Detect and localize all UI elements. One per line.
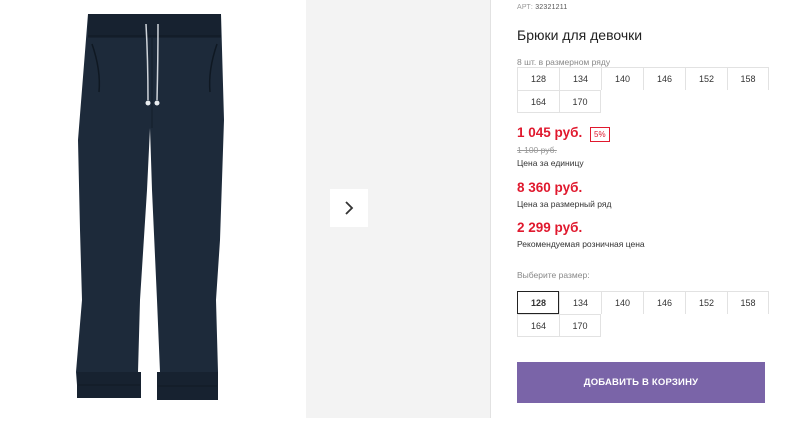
chevron-right-icon (345, 201, 354, 215)
next-image-button[interactable] (330, 189, 368, 227)
size-row-cell: 158 (727, 67, 769, 90)
retail-price-caption: Рекомендуемая розничная цена (517, 239, 645, 249)
product-title: Брюки для девочки (517, 27, 643, 43)
size-option-164[interactable]: 164 (517, 314, 559, 337)
unit-price-caption: Цена за единицу (517, 158, 584, 168)
choose-size-label: Выберите размер: (517, 270, 590, 280)
pants-illustration (76, 14, 224, 400)
size-option-140[interactable]: 140 (601, 291, 643, 314)
size-row-cell: 170 (559, 90, 601, 113)
product-photo (0, 0, 306, 418)
size-option-158[interactable]: 158 (727, 291, 769, 314)
size-option-134[interactable]: 134 (559, 291, 601, 314)
size-selector: 128 134 140 146 152 158 164 170 (517, 291, 769, 337)
size-option-152[interactable]: 152 (685, 291, 727, 314)
size-row-cell: 152 (685, 67, 727, 90)
add-to-cart-button[interactable]: ДОБАВИТЬ В КОРЗИНУ (517, 362, 765, 403)
size-row-cell: 164 (517, 90, 559, 113)
panel-divider (490, 0, 491, 418)
size-row-grid: 128 134 140 146 152 158 164 170 (517, 67, 769, 113)
article-value: 32321211 (535, 4, 568, 11)
size-row-hint: 8 шт. в размерном ряду (517, 57, 611, 67)
article-number: АРТ: 32321211 (517, 4, 567, 11)
size-option-128[interactable]: 128 (517, 291, 559, 314)
size-row-cell: 140 (601, 67, 643, 90)
retail-price: 2 299 руб. (517, 220, 583, 235)
size-row-cell: 134 (559, 67, 601, 90)
unit-price: 1 045 руб. (517, 125, 583, 140)
row-price-caption: Цена за размерный ряд (517, 199, 612, 209)
discount-badge: 5% (590, 127, 610, 142)
old-price: 1 100 руб. (517, 145, 557, 155)
row-price: 8 360 руб. (517, 180, 583, 195)
product-gallery (0, 0, 490, 418)
size-row-cell: 146 (643, 67, 685, 90)
size-option-170[interactable]: 170 (559, 314, 601, 337)
size-row-cell: 128 (517, 67, 559, 90)
article-label: АРТ: (517, 4, 534, 11)
size-option-146[interactable]: 146 (643, 291, 685, 314)
